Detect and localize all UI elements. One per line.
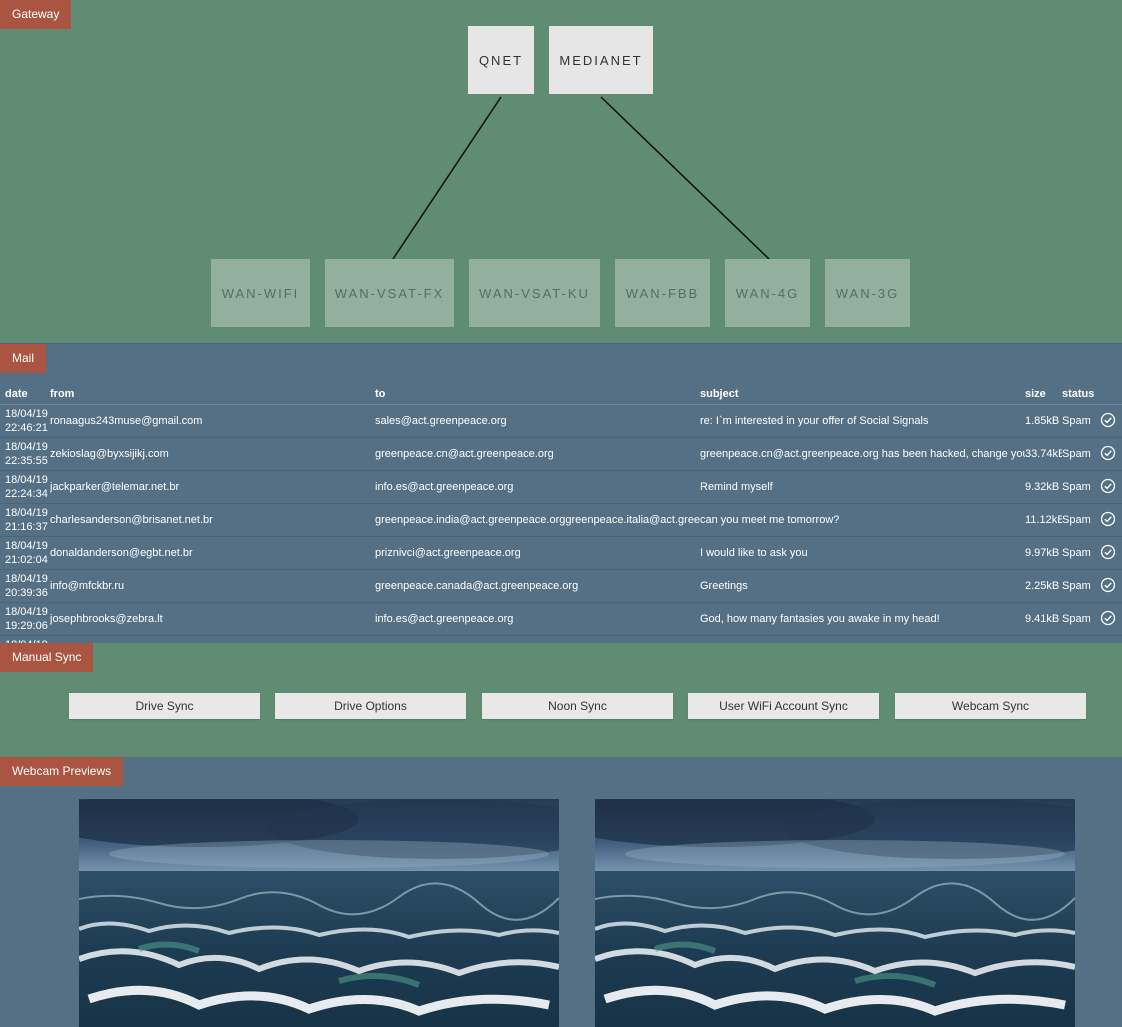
mail-date-cell: 18/04/19 22:35:55 (5, 441, 48, 467)
mail-from-cell: zekioslag@byxsijikj.com (50, 448, 169, 460)
gateway-node-wan-fbb[interactable]: WAN-FBB (615, 259, 710, 327)
mail-subject-cell: I would like to ask you (700, 547, 808, 559)
mail-date-cell: 18/04/19 22:24:34 (5, 474, 48, 500)
webcam-section-label: Webcam Previews (0, 757, 124, 786)
mail-from-cell: charlesanderson@brisanet.net.br (50, 514, 213, 526)
check-circle-icon[interactable] (1100, 412, 1116, 428)
column-header-from: from (50, 388, 75, 400)
mail-table-header: date from to subject size status (0, 387, 1122, 405)
gateway-node-wan-wifi[interactable]: WAN-WIFI (211, 259, 310, 327)
gateway-node-qnet[interactable]: QNET (468, 26, 534, 94)
column-header-subject: subject (700, 388, 739, 400)
mail-status-cell: Spam (1062, 547, 1091, 559)
mail-subject-cell: Greetings (700, 580, 748, 592)
mail-to-cell: priznivci@act.greenpeace.org (375, 547, 521, 559)
manual-sync-section-label: Manual Sync (0, 643, 94, 672)
mail-row[interactable]: 18/04/19 19:29:06 josephbrooks@zebra.lt in… (0, 603, 1122, 636)
mail-date-cell: 18/04/19 19:29:06 (5, 606, 48, 632)
mail-status-cell: Spam (1062, 448, 1091, 460)
column-header-status: status (1062, 388, 1095, 400)
gateway-node-wan-3g[interactable]: WAN-3G (825, 259, 910, 327)
mail-row[interactable]: 18/04/19 20:39:36 info@mfckbr.ru greenpeac… (0, 570, 1122, 603)
mail-row[interactable]: 18/04/19 22:46:21 ronaagus243muse@gmail.c… (0, 405, 1122, 438)
gateway-node-wan-vsat-fx[interactable]: WAN-VSAT-FX (325, 259, 454, 327)
mail-status-cell: Spam (1062, 613, 1091, 625)
manual-sync-panel: Manual Sync Drive Sync Drive Options Noon … (0, 643, 1122, 757)
mail-subject-cell: greenpeace.cn@act.greenpeace.org has bee… (700, 448, 1025, 460)
webcam-preview-image[interactable] (79, 799, 559, 1027)
column-header-date: date (5, 388, 28, 400)
mail-row[interactable]: 18/04/19 21:16:37 charlesanderson@brisane… (0, 504, 1122, 537)
mail-size-cell: 2.25kB (1025, 580, 1060, 592)
mail-status-cell: Spam (1062, 415, 1091, 427)
mail-to-cell: greenpeace.canada@act.greenpeace.org (375, 580, 579, 592)
mail-subject-cell: re: I`m interested in your offer of Soci… (700, 415, 929, 427)
mail-date-cell: 18/04/19 20:39:36 (5, 573, 48, 599)
mail-row[interactable]: 18/04/19 21:02:04 donaldanderson@egbt.net… (0, 537, 1122, 570)
mail-row[interactable]: 18/04/19 22:24:34 jackparker@telemar.net.… (0, 471, 1122, 504)
mail-date-cell: 18/04/19 22:46:21 (5, 408, 48, 434)
mail-status-cell: Spam (1062, 580, 1091, 592)
link-medianet-wan-4g (600, 96, 770, 260)
drive-sync-button[interactable]: Drive Sync (69, 693, 260, 719)
mail-to-cell: info.es@act.greenpeace.org (375, 613, 514, 625)
mail-size-cell: 9.97kB (1025, 547, 1060, 559)
mail-status-cell: Spam (1062, 481, 1091, 493)
link-qnet-wan-vsat-fx (392, 96, 502, 260)
mail-from-cell: josephbrooks@zebra.lt (50, 613, 163, 625)
mail-from-cell: ronaagus243muse@gmail.com (50, 415, 203, 427)
mail-subject-cell: God, how many fantasies you awake in my … (700, 613, 940, 625)
gateway-node-wan-4g[interactable]: WAN-4G (725, 259, 810, 327)
mail-status-cell: Spam (1062, 514, 1091, 526)
mail-size-cell: 1.85kB (1025, 415, 1060, 427)
mail-size-cell: 11.12kB (1025, 514, 1062, 526)
user-wifi-account-sync-button[interactable]: User WiFi Account Sync (688, 693, 879, 719)
webcam-panel: Webcam Previews (0, 757, 1122, 1027)
mail-date-cell: 18/04/19 21:16:37 (5, 507, 48, 533)
check-circle-icon[interactable] (1100, 478, 1116, 494)
mail-subject-cell: can you meet me tomorrow? (700, 514, 840, 526)
webcam-preview-image[interactable] (595, 799, 1075, 1027)
mail-to-cell: info.es@act.greenpeace.org (375, 481, 514, 493)
mail-to-cell: sales@act.greenpeace.org (375, 415, 507, 427)
column-header-to: to (375, 388, 386, 400)
check-circle-icon[interactable] (1100, 445, 1116, 461)
mail-size-cell: 9.41kB (1025, 613, 1060, 625)
mail-to-cell: greenpeace.cn@act.greenpeace.org (375, 448, 554, 460)
mail-size-cell: 9.32kB (1025, 481, 1060, 493)
mail-to-cell: greenpeace.india@act.greenpeace.orggreen… (375, 514, 700, 526)
mail-panel: Mail date from to subject size status 18… (0, 343, 1122, 644)
mail-subject-cell: Remind myself (700, 481, 773, 493)
drive-options-button[interactable]: Drive Options (275, 693, 466, 719)
mail-size-cell: 33.74kB (1025, 448, 1062, 460)
check-circle-icon[interactable] (1100, 544, 1116, 560)
gateway-panel: Gateway QNET MEDIANET WAN-WIFI WAN-VSAT-FX W… (0, 0, 1122, 343)
mail-from-cell: jackparker@telemar.net.br (50, 481, 180, 493)
noon-sync-button[interactable]: Noon Sync (482, 693, 673, 719)
check-circle-icon[interactable] (1100, 511, 1116, 527)
mail-from-cell: info@mfckbr.ru (50, 580, 125, 592)
mail-section-label: Mail (0, 344, 47, 373)
check-circle-icon[interactable] (1100, 577, 1116, 593)
webcam-sync-button[interactable]: Webcam Sync (895, 693, 1086, 719)
mail-from-cell: donaldanderson@egbt.net.br (50, 547, 193, 559)
mail-row[interactable]: 18/04/19 22:35:55 zekioslag@byxsijikj.com… (0, 438, 1122, 471)
gateway-node-wan-vsat-ku[interactable]: WAN-VSAT-KU (469, 259, 600, 327)
mail-date-cell: 18/04/19 21:02:04 (5, 540, 48, 566)
gateway-node-medianet[interactable]: MEDIANET (549, 26, 653, 94)
check-circle-icon[interactable] (1100, 610, 1116, 626)
column-header-size: size (1025, 388, 1046, 400)
